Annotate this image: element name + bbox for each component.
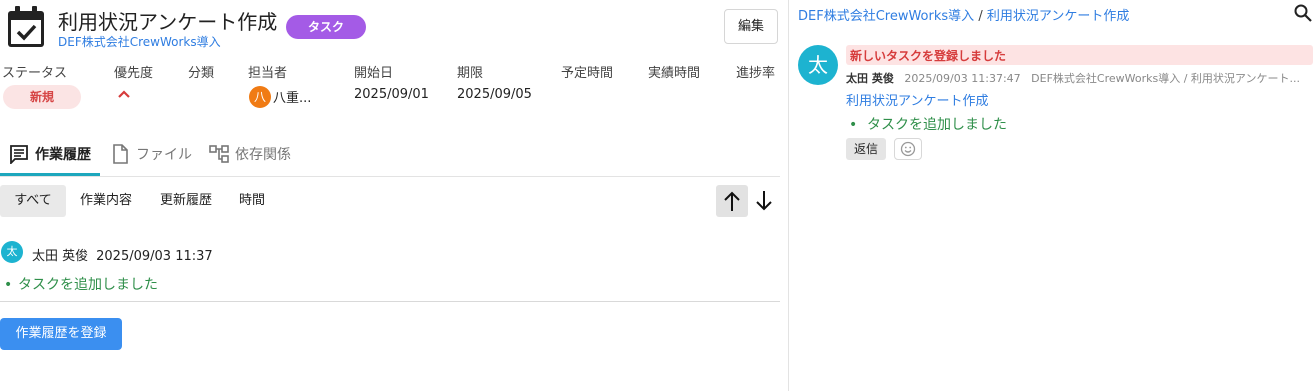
history-author: 太田 英俊 xyxy=(32,249,89,264)
project-link[interactable]: DEF株式会社CrewWorks導入 xyxy=(58,33,221,50)
bullet: • xyxy=(849,117,858,133)
post-message: • タスクを追加しました xyxy=(849,114,1007,134)
filter-update-history[interactable]: 更新履歴 xyxy=(152,185,220,217)
start-date-value[interactable]: 2025/09/01 xyxy=(354,87,429,102)
tab-divider xyxy=(0,176,780,177)
smiley-icon xyxy=(900,141,916,157)
post-task-link[interactable]: 利用状況アンケート作成 xyxy=(846,90,988,109)
avatar: 太 xyxy=(798,45,838,85)
history-timestamp: 2025/09/03 11:37 xyxy=(96,249,213,264)
field-label-actual-time: 実績時間 xyxy=(648,66,701,81)
field-label-progress: 進捗率 xyxy=(736,66,776,81)
reply-button[interactable]: 返信 xyxy=(846,138,886,160)
history-meta: 太田 英俊 2025/09/03 11:37 xyxy=(32,245,213,264)
tab-label: ファイル xyxy=(136,147,192,163)
chevron-up-icon[interactable] xyxy=(116,88,132,100)
register-history-button[interactable]: 作業履歴を登録 xyxy=(0,318,122,350)
breadcrumb: DEF株式会社CrewWorks導入 / 利用状況アンケート作成 xyxy=(798,5,1129,24)
post-context[interactable]: DEF株式会社CrewWorks導入 / 利用状況アンケート... xyxy=(1031,72,1300,85)
field-label-planned-time: 予定時間 xyxy=(561,66,614,81)
post-timestamp: 2025/09/03 11:37:47 xyxy=(904,72,1021,85)
comment-icon xyxy=(10,145,28,164)
task-type-badge: タスク xyxy=(286,15,366,39)
due-date-value[interactable]: 2025/09/05 xyxy=(457,87,532,102)
tab-work-history[interactable]: 作業履歴 xyxy=(9,144,91,174)
tab-dependencies[interactable]: 依存関係 xyxy=(209,144,291,174)
status-badge[interactable]: 新規 xyxy=(3,85,81,109)
dependency-icon xyxy=(209,145,229,163)
field-label-priority: 優先度 xyxy=(114,66,154,81)
task-detail-pane: 利用状況アンケート作成 タスク DEF株式会社CrewWorks導入 編集 ステ… xyxy=(0,0,788,391)
post-message-text: タスクを追加しました xyxy=(867,117,1007,133)
bullet: • xyxy=(4,277,13,293)
tab-label: 依存関係 xyxy=(235,147,291,163)
sort-descending-button[interactable] xyxy=(748,185,780,217)
calendar-check-icon xyxy=(8,6,44,47)
post-author: 太田 英俊 xyxy=(846,72,894,85)
history-divider xyxy=(0,301,780,302)
assignee-avatar: 八 xyxy=(249,86,271,108)
field-label-start-date: 開始日 xyxy=(354,66,394,81)
add-reaction-button[interactable] xyxy=(894,138,922,160)
filter-time[interactable]: 時間 xyxy=(232,185,272,217)
tab-label: 作業履歴 xyxy=(35,147,91,163)
breadcrumb-separator: / xyxy=(978,9,983,24)
breadcrumb-task[interactable]: 利用状況アンケート作成 xyxy=(987,9,1129,24)
activity-pane: DEF株式会社CrewWorks導入 / 利用状況アンケート作成 太 新しいタス… xyxy=(788,0,1314,391)
field-label-due-date: 期限 xyxy=(457,66,484,81)
arrow-down-icon xyxy=(756,191,772,211)
post-meta: 太田 英俊 2025/09/03 11:37:47 DEF株式会社CrewWor… xyxy=(846,70,1311,86)
assignee-name[interactable]: 八重... xyxy=(273,87,311,106)
field-label-category: 分類 xyxy=(188,66,215,81)
post-highlight-text: 新しいタスクを登録しました xyxy=(850,49,1007,63)
history-message-text: タスクを追加しました xyxy=(18,277,158,293)
avatar: 太 xyxy=(1,241,23,263)
history-message: • タスクを追加しました xyxy=(4,274,158,294)
filter-work-content[interactable]: 作業内容 xyxy=(72,185,140,217)
edit-button[interactable]: 編集 xyxy=(724,9,778,44)
search-icon[interactable] xyxy=(1294,4,1312,22)
breadcrumb-project[interactable]: DEF株式会社CrewWorks導入 xyxy=(798,9,974,24)
field-label-status: ステータス xyxy=(2,66,68,81)
sort-ascending-button[interactable] xyxy=(716,185,748,217)
arrow-up-icon xyxy=(724,191,740,211)
file-icon xyxy=(113,144,128,164)
page-title: 利用状況アンケート作成 xyxy=(58,10,278,34)
tab-files[interactable]: ファイル xyxy=(110,144,192,174)
filter-all[interactable]: すべて xyxy=(0,185,66,217)
field-label-assignee: 担当者 xyxy=(248,66,288,81)
